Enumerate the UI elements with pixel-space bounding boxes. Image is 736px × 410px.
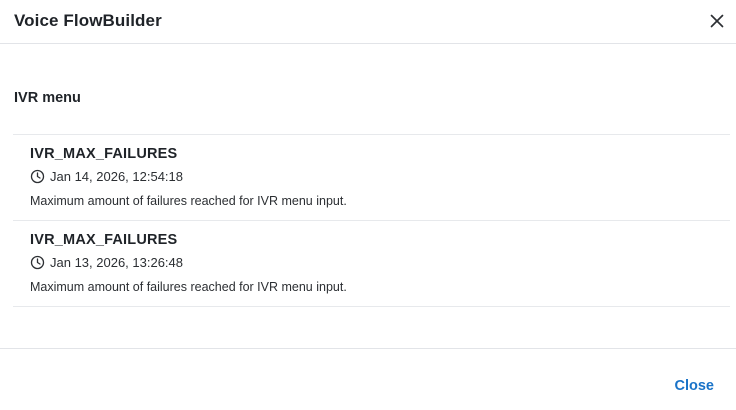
close-button[interactable]: Close (675, 378, 715, 394)
list-item: IVR_MAX_FAILURES Jan 13, 2026, 13:26:48 … (13, 221, 730, 307)
dialog-header: Voice FlowBuilder (0, 0, 736, 44)
event-list: IVR_MAX_FAILURES Jan 14, 2026, 12:54:18 … (13, 134, 730, 307)
list-item: IVR_MAX_FAILURES Jan 14, 2026, 12:54:18 … (13, 135, 730, 221)
clock-icon (30, 169, 45, 183)
event-timestamp: Jan 14, 2026, 12:54:18 (30, 168, 183, 184)
voice-flowbuilder-dialog: Voice FlowBuilder IVR menu IVR_MAX_FAILU… (0, 0, 736, 410)
timestamp-text: Jan 14, 2026, 12:54:18 (50, 168, 184, 184)
event-description: Maximum amount of failures reached for I… (30, 194, 347, 208)
event-title: IVR_MAX_FAILURES (30, 146, 178, 162)
clock-icon (30, 255, 45, 269)
timestamp-text: Jan 13, 2026, 13:26:48 (50, 254, 184, 270)
event-description: Maximum amount of failures reached for I… (30, 280, 347, 294)
event-title: IVR_MAX_FAILURES (30, 232, 178, 248)
dialog-footer: Close (0, 348, 736, 410)
section-title: IVR menu (14, 90, 81, 106)
event-timestamp: Jan 13, 2026, 13:26:48 (30, 254, 183, 270)
dialog-title: Voice FlowBuilder (14, 11, 162, 30)
close-icon[interactable] (709, 13, 725, 29)
